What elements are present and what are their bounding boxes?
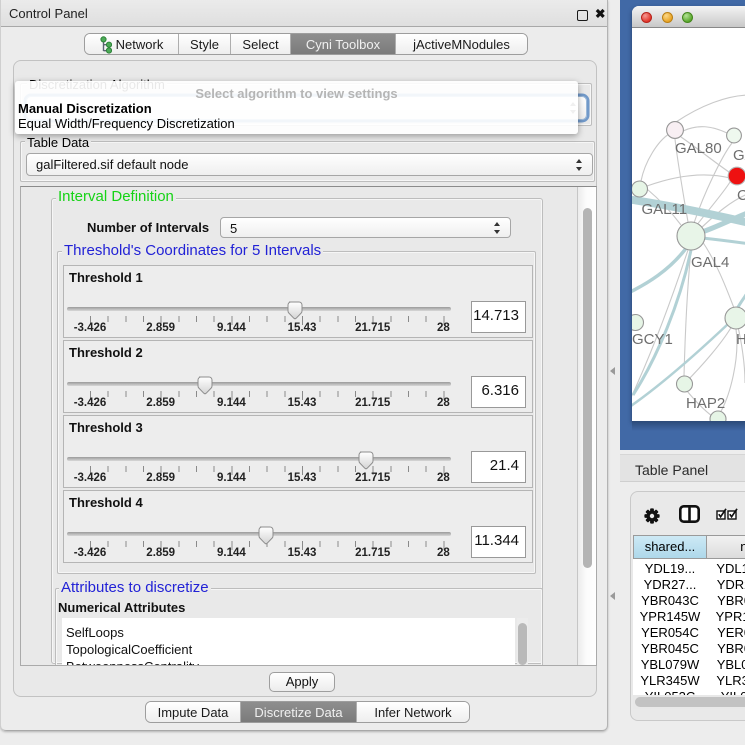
svg-text:C: C	[737, 187, 745, 204]
svg-text:HAP2: HAP2	[686, 395, 725, 412]
svg-text:GAL4: GAL4	[691, 254, 729, 271]
svg-text:GAL11: GAL11	[642, 201, 688, 218]
svg-text:H: H	[736, 331, 745, 348]
svg-text:GCY1: GCY1	[632, 331, 673, 348]
svg-text:GAL80: GAL80	[675, 140, 722, 157]
svg-text:GA: GA	[733, 147, 745, 164]
